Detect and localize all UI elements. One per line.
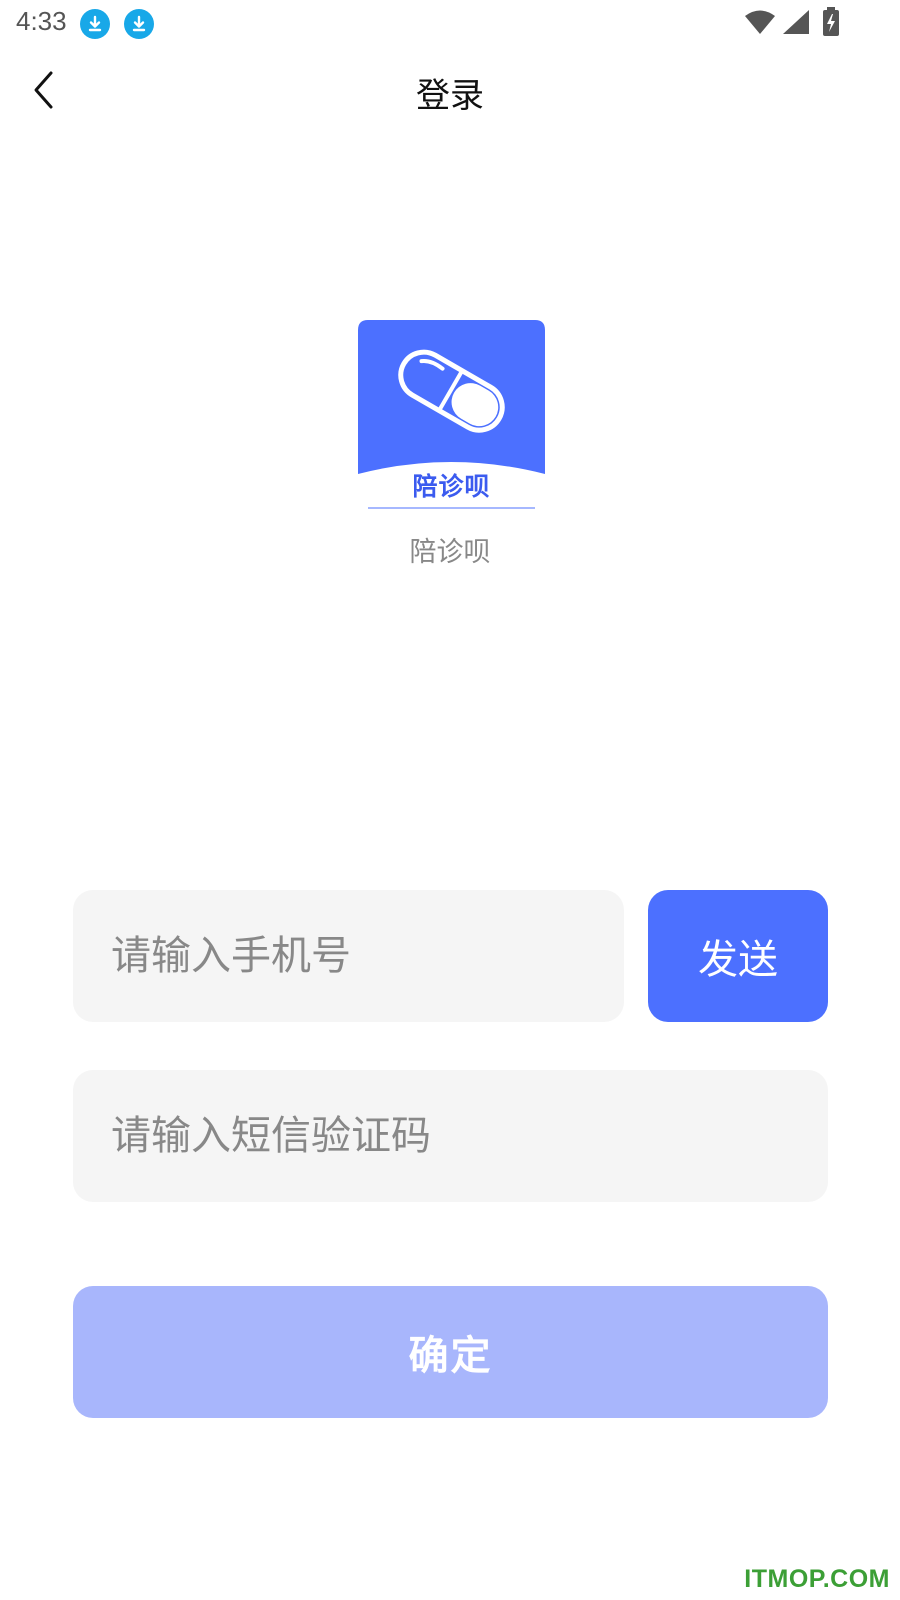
status-icons <box>744 7 840 41</box>
watermark: ITMOP.COM <box>744 1565 890 1593</box>
download-icon <box>80 9 110 39</box>
download-icon <box>124 9 154 39</box>
status-bar: 4:33 <box>0 0 900 48</box>
logo-text: 陪诊呗 <box>412 472 491 501</box>
status-time: 4:33 <box>16 6 67 36</box>
app-logo: 陪诊呗 <box>358 320 545 510</box>
header: 登录 <box>0 50 900 134</box>
confirm-button[interactable]: 确定 <box>73 1286 828 1418</box>
send-code-button[interactable]: 发送 <box>648 890 828 1022</box>
signal-icon <box>782 9 810 39</box>
battery-charging-icon <box>822 7 840 41</box>
app-name: 陪诊呗 <box>409 537 491 568</box>
wifi-icon <box>744 9 776 39</box>
code-field <box>73 1070 828 1202</box>
phone-field <box>73 890 624 1022</box>
phone-input[interactable] <box>73 890 624 1022</box>
sms-code-input[interactable] <box>73 1070 828 1202</box>
page-title: 登录 <box>416 76 484 116</box>
